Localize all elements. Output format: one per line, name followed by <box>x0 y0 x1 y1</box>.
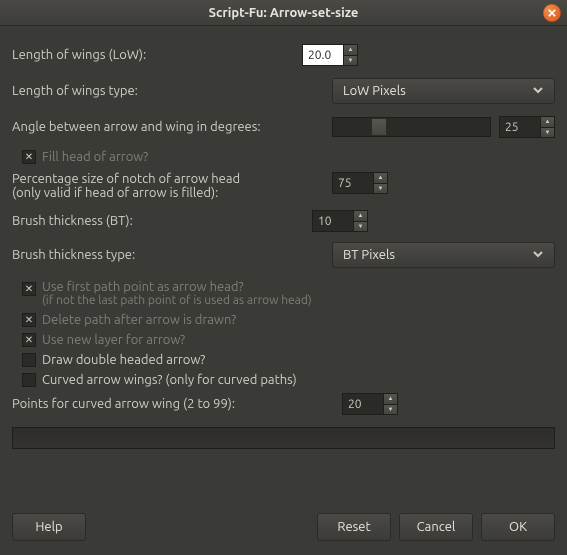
spinner-up-icon[interactable]: ▲ <box>384 394 397 405</box>
notch-value[interactable]: 75 <box>333 173 373 193</box>
angle-value[interactable]: 25 <box>500 117 540 137</box>
row-bt-type: Brush thickness type: BT Pixels <box>12 242 555 268</box>
brush-thickness-value[interactable]: 10 <box>313 211 353 231</box>
curved-wings-checkbox[interactable]: ✕ <box>22 373 36 387</box>
first-path-point-label-line1: Use first path point as arrow head? <box>42 280 244 294</box>
new-layer-label: Use new layer for arrow? <box>42 333 185 347</box>
points-label: Points for curved arrow wing (2 to 99): <box>12 397 342 411</box>
new-layer-checkbox[interactable]: ✕ <box>22 333 36 347</box>
low-type-value: LoW Pixels <box>343 84 406 98</box>
double-headed-label: Draw double headed arrow? <box>42 353 205 367</box>
low-type-select[interactable]: LoW Pixels <box>332 78 555 104</box>
first-path-point-label-line2: (if not the last path point of is used a… <box>42 294 312 307</box>
bt-type-select[interactable]: BT Pixels <box>332 242 555 268</box>
cancel-button[interactable]: Cancel <box>399 513 473 541</box>
fill-head-label: Fill head of arrow? <box>42 150 148 164</box>
delete-path-label: Delete path after arrow is drawn? <box>42 313 236 327</box>
angle-label: Angle between arrow and wing in degrees: <box>12 120 332 134</box>
slider-knob[interactable] <box>371 118 387 136</box>
progress-bar <box>12 427 555 449</box>
notch-label-line1: Percentage size of notch of arrow head <box>12 172 240 186</box>
first-path-point-label: Use first path point as arrow head? (if … <box>42 280 312 307</box>
reset-button[interactable]: Reset <box>317 513 391 541</box>
spinner-up-icon[interactable]: ▲ <box>354 211 367 222</box>
help-button[interactable]: Help <box>12 513 86 541</box>
bt-type-label: Brush thickness type: <box>12 248 332 262</box>
window-title: Script-Fu: Arrow-set-size <box>209 6 359 20</box>
button-spacer <box>94 513 309 541</box>
brush-thickness-label: Brush thickness (BT): <box>12 214 312 228</box>
row-new-layer: ✕ Use new layer for arrow? <box>22 333 555 347</box>
spinner-down-icon[interactable]: ▼ <box>541 128 554 138</box>
curved-wings-label: Curved arrow wings? (only for curved pat… <box>42 373 297 387</box>
delete-path-checkbox[interactable]: ✕ <box>22 313 36 327</box>
close-icon[interactable] <box>543 4 561 22</box>
row-curved-wings: ✕ Curved arrow wings? (only for curved p… <box>22 373 555 387</box>
fill-head-checkbox[interactable]: ✕ <box>22 150 36 164</box>
angle-slider[interactable] <box>332 117 491 137</box>
length-of-wings-input[interactable]: 20.0 ▲ ▼ <box>302 44 358 66</box>
button-bar: Help Reset Cancel OK <box>12 513 555 541</box>
spinner-down-icon[interactable]: ▼ <box>354 222 367 232</box>
spinner-up-icon[interactable]: ▲ <box>541 117 554 128</box>
row-fill-head: ✕ Fill head of arrow? <box>22 150 555 164</box>
dialog-content: Length of wings (LoW): 20.0 ▲ ▼ Length o… <box>0 26 567 457</box>
row-length-of-wings: Length of wings (LoW): 20.0 ▲ ▼ <box>12 44 555 66</box>
spinner-up-icon[interactable]: ▲ <box>374 173 387 184</box>
points-value[interactable]: 20 <box>343 394 383 414</box>
spinner-down-icon[interactable]: ▼ <box>344 56 357 66</box>
low-type-label: Length of wings type: <box>12 84 332 98</box>
notch-input[interactable]: 75 ▲ ▼ <box>332 172 388 194</box>
chevron-down-icon <box>532 84 544 99</box>
chevron-down-icon <box>532 248 544 263</box>
titlebar: Script-Fu: Arrow-set-size <box>0 0 567 26</box>
row-points: Points for curved arrow wing (2 to 99): … <box>12 393 555 415</box>
row-brush-thickness: Brush thickness (BT): 10 ▲ ▼ <box>12 210 555 232</box>
first-path-point-checkbox[interactable]: ✕ <box>22 282 36 296</box>
row-first-path-point: ✕ Use first path point as arrow head? (i… <box>22 280 555 307</box>
points-input[interactable]: 20 ▲ ▼ <box>342 393 398 415</box>
notch-label: Percentage size of notch of arrow head (… <box>12 172 332 200</box>
bt-type-value: BT Pixels <box>343 248 395 262</box>
row-angle: Angle between arrow and wing in degrees:… <box>12 116 555 138</box>
row-double-headed: ✕ Draw double headed arrow? <box>22 353 555 367</box>
notch-label-line2: (only valid if head of arrow is filled): <box>12 186 218 200</box>
spinner-up-icon[interactable]: ▲ <box>344 45 357 56</box>
angle-input[interactable]: 25 ▲ ▼ <box>499 116 555 138</box>
row-low-type: Length of wings type: LoW Pixels <box>12 78 555 104</box>
brush-thickness-input[interactable]: 10 ▲ ▼ <box>312 210 368 232</box>
row-notch: Percentage size of notch of arrow head (… <box>12 172 555 200</box>
length-of-wings-label: Length of wings (LoW): <box>12 48 302 62</box>
row-delete-path: ✕ Delete path after arrow is drawn? <box>22 313 555 327</box>
double-headed-checkbox[interactable]: ✕ <box>22 353 36 367</box>
ok-button[interactable]: OK <box>481 513 555 541</box>
spinner-down-icon[interactable]: ▼ <box>384 405 397 415</box>
length-of-wings-value[interactable]: 20.0 <box>303 45 343 65</box>
checkbox-group: ✕ Use first path point as arrow head? (i… <box>12 280 555 387</box>
spinner-down-icon[interactable]: ▼ <box>374 184 387 194</box>
